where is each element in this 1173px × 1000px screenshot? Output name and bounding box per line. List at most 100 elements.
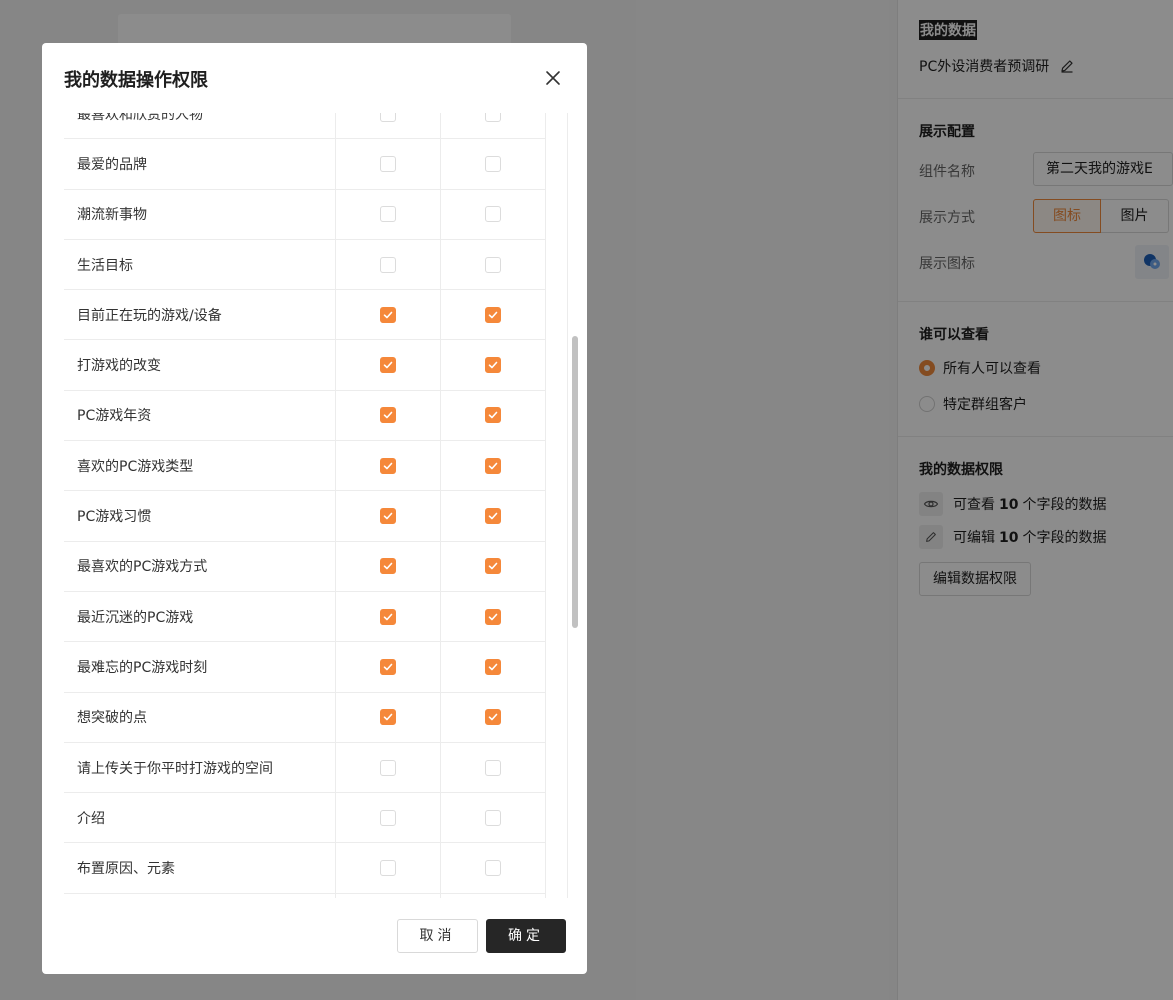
edit-permission-cell [441, 591, 546, 642]
edit-permission-checkbox[interactable] [485, 206, 501, 223]
table-row: 想突破的点 [64, 692, 546, 743]
edit-permission-cell [441, 843, 546, 893]
edit-permission-cell [441, 491, 546, 541]
scrollbar-thumb[interactable] [572, 336, 578, 628]
modal-footer: 取消 确定 [42, 898, 587, 974]
field-name: 喜欢的PC游戏类型 [64, 441, 336, 491]
view-permission-cell [336, 139, 441, 189]
edit-permission-cell [441, 692, 546, 742]
edit-permission-checkbox[interactable] [485, 759, 501, 776]
view-permission-cell [336, 340, 441, 390]
table-row: 潮流新事物 [64, 189, 546, 240]
view-permission-checkbox[interactable] [380, 558, 396, 575]
edit-permission-checkbox[interactable] [485, 860, 501, 877]
field-name: 想突破的点 [64, 692, 336, 742]
table-row: 最喜欢的PC游戏方式 [64, 541, 546, 592]
edit-permission-cell [441, 113, 546, 139]
view-permission-checkbox[interactable] [380, 407, 396, 424]
view-permission-checkbox[interactable] [380, 508, 396, 525]
edit-permission-cell [441, 642, 546, 692]
field-name: 打游戏的改变 [64, 340, 336, 390]
edit-permission-checkbox[interactable] [485, 407, 501, 424]
table-row: 喜欢的PC游戏类型 [64, 441, 546, 492]
field-name: PC游戏年资 [64, 390, 336, 441]
view-permission-cell [336, 491, 441, 541]
field-name: 潮流新事物 [64, 189, 336, 239]
table-row: 目前正在玩的游戏/设备 [64, 290, 546, 341]
edit-permission-cell [441, 742, 546, 793]
view-permission-checkbox[interactable] [380, 256, 396, 273]
view-permission-cell [336, 793, 441, 843]
edit-permission-checkbox[interactable] [485, 457, 501, 474]
cancel-button[interactable]: 取消 [397, 919, 478, 953]
field-name: 最喜欢和欣赏的人物 [64, 113, 336, 139]
edit-permission-cell [441, 441, 546, 491]
view-permission-cell [336, 541, 441, 591]
view-permission-checkbox[interactable] [380, 155, 396, 172]
field-name: 目前正在玩的游戏/设备 [64, 290, 336, 340]
edit-permission-checkbox[interactable] [485, 256, 501, 273]
table-row: 请上传关于你平时打游戏的空间 [64, 742, 546, 794]
table-row: PC游戏年资 [64, 390, 546, 442]
field-name: PC游戏习惯 [64, 491, 336, 541]
view-permission-checkbox[interactable] [380, 860, 396, 877]
edit-permission-checkbox[interactable] [485, 658, 501, 675]
scrollbar-track[interactable] [567, 113, 581, 898]
view-permission-checkbox[interactable] [380, 608, 396, 625]
table-row: 生活目标 [64, 239, 546, 291]
view-permission-checkbox[interactable] [380, 658, 396, 675]
edit-permission-checkbox[interactable] [485, 113, 501, 122]
view-permission-cell [336, 441, 441, 491]
view-permission-checkbox[interactable] [380, 709, 396, 726]
modal-body[interactable]: 最喜欢和欣赏的人物 最爱的品牌 潮流新事物 生活目标 目前正在玩的游戏/设备 打游戏的改变… [42, 113, 587, 898]
view-permission-cell [336, 692, 441, 742]
edit-permission-cell [441, 189, 546, 239]
field-name: 介绍 [64, 793, 336, 843]
edit-permission-checkbox[interactable] [485, 608, 501, 625]
close-icon[interactable] [542, 67, 564, 89]
edit-permission-checkbox[interactable] [485, 709, 501, 726]
edit-permission-cell [441, 390, 546, 441]
view-permission-checkbox[interactable] [380, 306, 396, 323]
view-permission-cell [336, 591, 441, 642]
edit-permission-checkbox[interactable] [485, 558, 501, 575]
confirm-button[interactable]: 确定 [486, 919, 566, 953]
edit-permission-checkbox[interactable] [485, 357, 501, 374]
table-row: 最难忘的PC游戏时刻 [64, 642, 546, 693]
field-name: 生活目标 [64, 239, 336, 290]
table-row: 布置原因、元素 [64, 843, 546, 894]
view-permission-cell [336, 642, 441, 692]
view-permission-cell [336, 113, 441, 139]
view-permission-checkbox[interactable] [380, 357, 396, 374]
view-permission-cell [336, 742, 441, 793]
table-row: 最喜欢和欣赏的人物 [64, 113, 546, 140]
edit-permission-checkbox[interactable] [485, 809, 501, 826]
table-row: 介绍 [64, 793, 546, 844]
view-permission-cell [336, 390, 441, 441]
view-permission-cell [336, 189, 441, 239]
edit-permission-cell [441, 793, 546, 843]
table-row: 最近沉迷的PC游戏 [64, 591, 546, 643]
table-row: 最爱的品牌 [64, 139, 546, 190]
table-row: 打游戏的改变 [64, 340, 546, 391]
view-permission-checkbox[interactable] [380, 113, 396, 122]
view-permission-cell [336, 290, 441, 340]
edit-permission-cell [441, 239, 546, 290]
field-name: 布置原因、元素 [64, 843, 336, 893]
view-permission-checkbox[interactable] [380, 759, 396, 776]
modal-title: 我的数据操作权限 [64, 70, 208, 91]
view-permission-checkbox[interactable] [380, 809, 396, 826]
view-permission-checkbox[interactable] [380, 206, 396, 223]
view-permission-checkbox[interactable] [380, 457, 396, 474]
edit-permission-cell [441, 541, 546, 591]
view-permission-cell [336, 239, 441, 290]
edit-permission-cell [441, 290, 546, 340]
edit-permission-checkbox[interactable] [485, 155, 501, 172]
edit-permission-cell [441, 340, 546, 390]
edit-permission-checkbox[interactable] [485, 306, 501, 323]
field-name: 最难忘的PC游戏时刻 [64, 642, 336, 692]
field-name: 最近沉迷的PC游戏 [64, 591, 336, 642]
edit-permission-checkbox[interactable] [485, 508, 501, 525]
permissions-modal: 我的数据操作权限 最喜欢和欣赏的人物 最爱的品牌 潮流新事物 生活目标 目前正在玩的游戏… [42, 43, 587, 974]
permissions-table: 最喜欢和欣赏的人物 最爱的品牌 潮流新事物 生活目标 目前正在玩的游戏/设备 打游戏的改变… [64, 113, 546, 898]
